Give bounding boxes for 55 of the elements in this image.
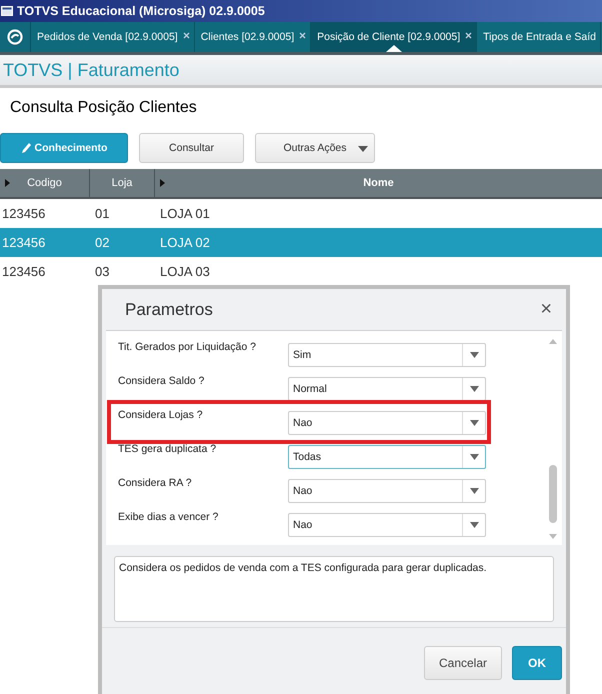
dropdown[interactable]: Sim (288, 343, 486, 367)
tab[interactable]: Posição de Cliente [02.9.0005] (311, 22, 478, 52)
parameter-label: Considera Saldo ? (117, 375, 206, 387)
column-header[interactable]: Nome (155, 169, 602, 197)
dropdown[interactable]: Nao (288, 411, 486, 435)
window-icon (1, 5, 13, 17)
caret-icon (470, 420, 478, 426)
dropdown[interactable]: Nao (288, 513, 486, 537)
caret-icon (470, 454, 478, 460)
table-cell-text: 03 (95, 264, 110, 279)
column-header[interactable]: Loja (90, 169, 155, 197)
table-cell-text: 123456 (1, 264, 46, 279)
toolbar-button[interactable]: Outras Ações (255, 133, 375, 163)
window-title: TOTVS Educacional (Microsiga) 02.9.0005 (17, 4, 265, 18)
up-arrow-icon (549, 339, 557, 344)
parameter-label: Considera Lojas ? (117, 409, 204, 421)
close-button[interactable]: × (540, 298, 552, 321)
down-arrow-icon (549, 534, 557, 539)
dropdown[interactable]: Nao (288, 479, 486, 503)
page-title: Consulta Posição Clientes (9, 98, 198, 118)
toolbar-button[interactable]: Consultar (139, 133, 244, 163)
table-row[interactable]: 123456 01 LOJA 01 (0, 199, 602, 228)
caret-icon (470, 352, 478, 358)
caret-icon (470, 488, 478, 494)
module-title: TOTVS | Faturamento (3, 60, 180, 80)
caret-icon (470, 522, 478, 528)
parameter-label: Tit. Gerados por Liquidação ? (117, 341, 257, 353)
scrollbar-thumb[interactable] (549, 465, 557, 523)
logo-icon (7, 29, 23, 45)
table-cell: LOJA 01 (160, 206, 210, 221)
table-cell: LOJA 02 (160, 235, 210, 250)
caret-icon (470, 386, 478, 392)
table-cell: LOJA 03 (160, 264, 210, 279)
triangle-icon (5, 179, 10, 187)
description-text: Considera os pedidos de venda com a TES configurada para gerar duplicadas. (119, 562, 487, 574)
pencil-icon (20, 142, 32, 154)
table-row[interactable]: 123456 03 LOJA 03 (0, 257, 602, 286)
column-header[interactable]: Codigo (0, 169, 90, 197)
table-cell-text: 01 (95, 206, 110, 221)
parameter-label: Considera RA ? (117, 477, 193, 489)
selected-indicator-icon (386, 45, 402, 52)
close-icon[interactable] (299, 32, 306, 38)
dropdown[interactable]: Todas (288, 445, 486, 469)
close-icon[interactable] (182, 32, 190, 38)
table-cell-text: 123456 (1, 206, 46, 221)
caret-icon (358, 146, 368, 152)
dialog-title: Parametros (125, 300, 213, 320)
dialog-button[interactable]: Cancelar (424, 646, 502, 680)
close-icon[interactable] (465, 32, 472, 38)
parameter-label: Exibe dias a vencer ? (117, 511, 220, 523)
table-cell-text: 02 (95, 235, 110, 250)
triangle-icon (160, 179, 165, 187)
parameter-label: TES gera duplicata ? (117, 443, 218, 455)
table-cell-text: 123456 (1, 235, 46, 250)
dropdown[interactable]: Normal (288, 377, 486, 401)
